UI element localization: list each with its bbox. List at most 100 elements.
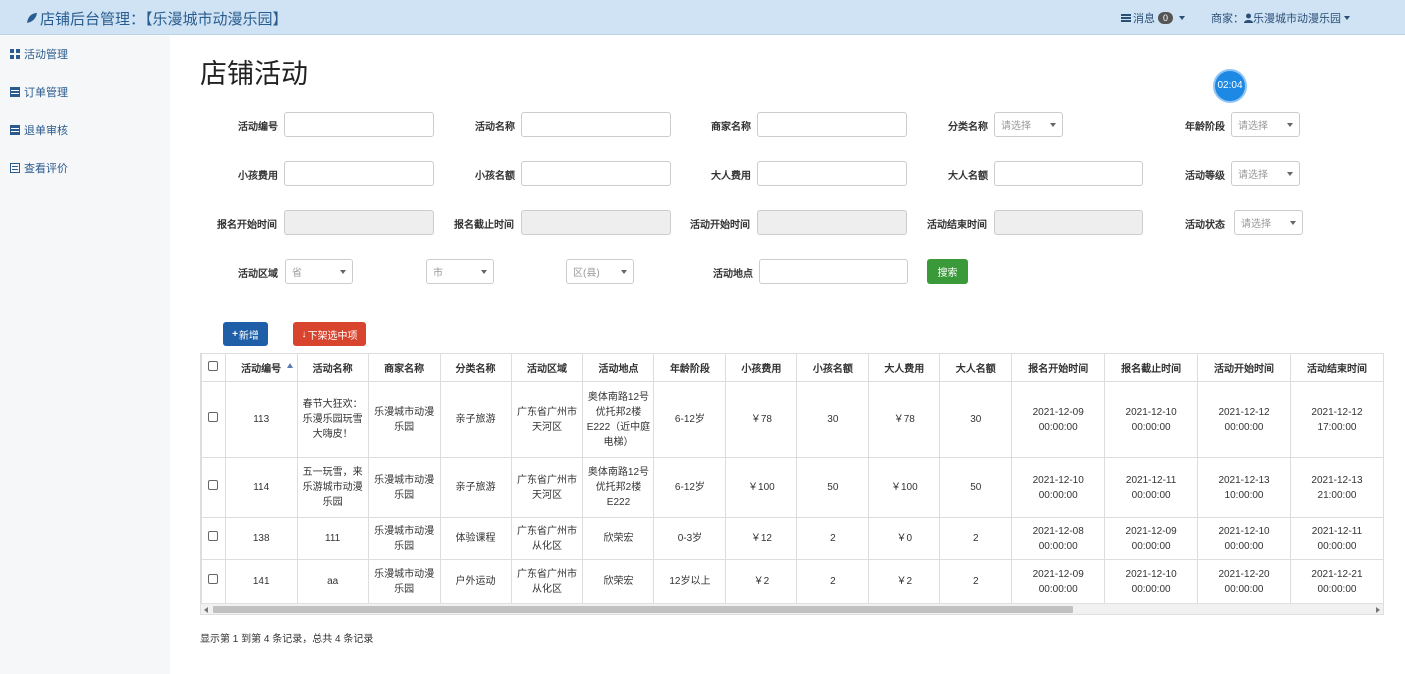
brand-title: 店铺后台管理：【乐漫城市动漫乐园】 [40,11,288,28]
take-down-selected-button[interactable]: ↓ 下架选中项 [293,322,366,346]
column-header[interactable]: 报名截止时间 [1104,353,1199,382]
table-cell: 30 [796,381,870,458]
leaf-icon [27,13,37,23]
category-select[interactable]: 请选择 [994,112,1063,137]
activity-id-input[interactable] [284,112,434,137]
list-icon [10,125,20,135]
table-row[interactable]: 114 五一玩雪，来乐游城市动漫乐园 乐漫城市动漫乐园 亲子旅游 广东省广州市天… [201,457,1384,518]
row-select-cell[interactable] [201,517,226,560]
select-placeholder: 请选择 [1001,121,1031,132]
activity-status-select[interactable]: 请选择 [1234,210,1303,235]
column-header[interactable]: 小孩费用 [725,353,798,382]
table-row[interactable]: 113 春节大狂欢：乐漫乐园玩雪大嗨皮！ 乐漫城市动漫乐园 亲子旅游 广东省广州… [201,381,1384,458]
signup-start-input[interactable] [284,210,434,235]
column-header[interactable]: 大人费用 [868,353,941,382]
messages-label: 消息 [1132,13,1155,25]
label-child-fee: 小孩费用 [238,171,278,182]
district-select[interactable]: 区(县) [566,259,634,284]
city-select[interactable]: 市 [426,259,494,284]
table-cell: 138 [224,517,298,560]
row-select-cell[interactable] [201,381,226,458]
caret-down-icon [1287,122,1293,127]
sidebar-item-activities[interactable]: 活动管理 [0,35,170,73]
arrow-down-icon: ↓ [301,328,307,340]
table-cell: 2021-12-11 00:00:00 [1289,517,1384,560]
table-row[interactable]: 138 111 乐漫城市动漫乐园 体验课程 广东省广州市从化区 欣荣宏 0-3岁… [201,517,1384,560]
table-cell: 2021-12-10 00:00:00 [1104,559,1199,603]
column-header[interactable]: 活动开始时间 [1197,353,1291,382]
pagination-info: 显示第 1 到第 4 条记录，总共 4 条记录 [200,634,374,645]
table-cell: 广东省广州市从化区 [510,517,584,560]
table-cell: 广东省广州市从化区 [510,559,584,603]
column-header[interactable]: 小孩名额 [796,353,870,382]
age-stage-select[interactable]: 请选择 [1231,112,1300,137]
table-cell: 2021-12-12 00:00:00 [1197,381,1291,458]
child-fee-input[interactable] [284,161,434,186]
table-cell: 奥体南路12号优托邦2楼E222 [582,457,655,518]
adult-fee-input[interactable] [757,161,907,186]
column-header[interactable]: 分类名称 [439,353,512,382]
scrollbar-thumb[interactable] [213,606,1073,613]
table-cell: 2021-12-09 00:00:00 [1104,517,1199,560]
row-checkbox[interactable] [208,412,219,422]
horizontal-scrollbar[interactable] [200,603,1384,615]
select-all-cell[interactable] [201,353,226,382]
column-header[interactable]: 活动结束时间 [1289,353,1384,382]
sidebar-item-refunds[interactable]: 退单审核 [0,111,170,149]
activity-name-input[interactable] [521,112,671,137]
table-cell: 亲子旅游 [439,457,512,518]
table-cell: ￥100 [868,457,941,518]
province-placeholder: 省 [292,268,302,279]
row-checkbox[interactable] [208,574,219,584]
search-button[interactable]: 搜索 [927,259,968,284]
select-placeholder: 请选择 [1238,121,1268,132]
caret-down-icon [1050,122,1056,127]
table-cell: 2021-12-10 00:00:00 [1197,517,1291,560]
column-header[interactable]: 活动名称 [296,353,369,382]
table-cell: 2021-12-12 17:00:00 [1289,381,1384,458]
row-select-cell[interactable] [201,559,226,603]
column-header[interactable]: 活动地点 [582,353,655,382]
row-checkbox[interactable] [208,531,219,541]
row-select-cell[interactable] [201,457,226,518]
table-cell: 2 [796,517,870,560]
label-activity-status: 活动状态 [1185,220,1225,231]
merchant-name-input[interactable] [757,112,907,137]
scroll-left-icon[interactable] [204,607,208,613]
label-category-name: 分类名称 [948,122,988,133]
grid-icon [10,49,20,59]
activity-place-input[interactable] [759,259,908,284]
select-all-checkbox[interactable] [208,361,219,371]
table-row[interactable]: 141 aa 乐漫城市动漫乐园 户外运动 广东省广州市从化区 欣荣宏 12岁以上… [201,559,1384,603]
add-button[interactable]: + 新增 [223,322,268,346]
adult-quota-input[interactable] [994,161,1143,186]
row-checkbox[interactable] [208,480,219,490]
sort-asc-icon [286,363,293,368]
sidebar-item-reviews[interactable]: 查看评价 [0,149,170,187]
label-merchant-name: 商家名称 [711,122,751,133]
table-cell: 2 [939,559,1013,603]
take-down-button-label: 下架选中项 [307,330,358,342]
column-header[interactable]: 活动区域 [510,353,584,382]
scroll-right-icon[interactable] [1376,607,1380,613]
sidebar-item-orders[interactable]: 订单管理 [0,73,170,111]
activity-start-input[interactable] [757,210,907,235]
activity-level-select[interactable]: 请选择 [1231,161,1300,186]
column-header[interactable]: 大人名额 [939,353,1013,382]
column-header[interactable]: 商家名称 [367,353,441,382]
column-header[interactable]: 报名开始时间 [1011,353,1106,382]
province-select[interactable]: 省 [285,259,353,284]
caret-down-icon [1179,16,1185,20]
select-placeholder: 请选择 [1238,170,1268,181]
activity-end-input[interactable] [994,210,1143,235]
table-cell: 2021-12-08 00:00:00 [1011,517,1106,560]
column-header[interactable]: 年龄阶段 [653,353,727,382]
table-cell: 体验课程 [439,517,512,560]
signup-end-input[interactable] [521,210,671,235]
child-quota-input[interactable] [521,161,671,186]
plus-icon: + [232,328,238,340]
table-cell: 广东省广州市天河区 [510,457,584,518]
merchant-dropdown[interactable]: 商家： 乐漫城市动漫乐园 [1211,10,1350,26]
column-header[interactable]: 活动编号 [224,353,298,382]
messages-dropdown[interactable]: 消息 0 [1120,10,1185,26]
